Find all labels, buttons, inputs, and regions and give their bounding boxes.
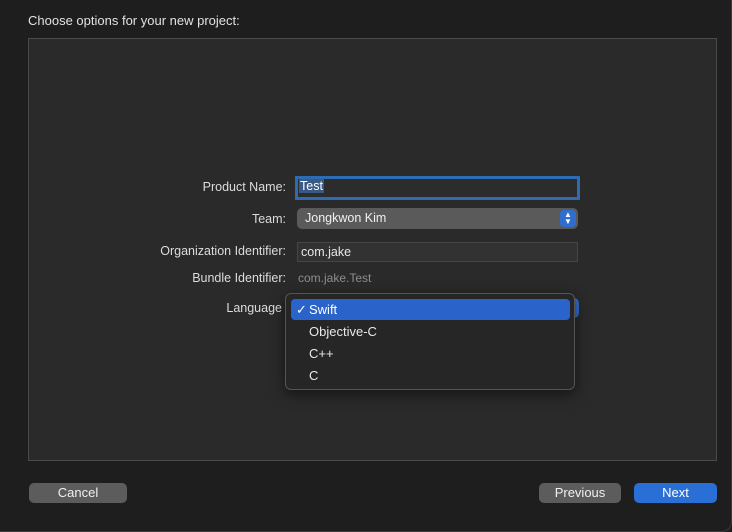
next-button[interactable]: Next <box>634 483 717 503</box>
product-name-label: Product Name: <box>202 180 286 194</box>
language-option-swift[interactable]: ✓ Swift <box>291 299 570 320</box>
product-name-value: Test <box>299 179 324 193</box>
bundle-id-value: com.jake.Test <box>298 271 372 285</box>
dialog-heading: Choose options for your new project: <box>28 13 240 28</box>
product-name-field[interactable]: Test <box>295 176 580 200</box>
menu-item-label: Objective-C <box>309 324 377 339</box>
language-option-c[interactable]: C <box>291 365 570 386</box>
up-down-chevron-icon: ▲ ▼ <box>560 210 576 227</box>
team-value: Jongkwon Kim <box>305 211 387 225</box>
cancel-button[interactable]: Cancel <box>29 483 127 503</box>
language-label: Language <box>226 301 282 315</box>
menu-item-label: C++ <box>309 346 334 361</box>
team-label: Team: <box>251 212 286 226</box>
menu-item-label: C <box>309 368 319 383</box>
org-id-label: Organization Identifier: <box>160 244 286 258</box>
previous-button[interactable]: Previous <box>539 483 621 503</box>
bundle-id-label: Bundle Identifier: <box>192 271 286 285</box>
language-option-cpp[interactable]: C++ <box>291 343 570 364</box>
language-option-objective-c[interactable]: Objective-C <box>291 321 570 342</box>
language-menu: ✓ Swift Objective-C C++ C <box>285 293 575 390</box>
org-id-value: com.jake <box>301 245 352 259</box>
org-id-field[interactable]: com.jake <box>297 242 578 262</box>
new-project-dialog: Choose options for your new project: Pro… <box>0 0 732 532</box>
menu-item-label: Swift <box>309 302 338 317</box>
team-popup[interactable]: Jongkwon Kim ▲ ▼ <box>297 208 578 229</box>
checkmark-icon: ✓ <box>296 302 307 317</box>
